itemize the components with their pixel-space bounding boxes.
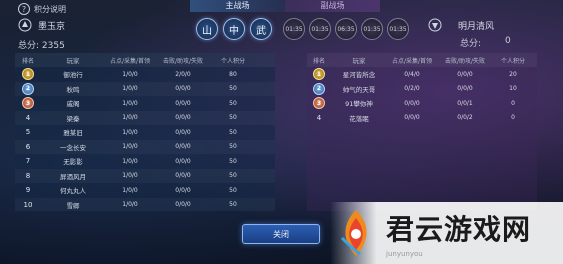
- team-emblem-icon: [18, 18, 32, 32]
- stronghold-button-wu[interactable]: 武: [250, 18, 272, 40]
- timer-3: 06:35: [335, 18, 357, 40]
- table-row[interactable]: 5 雅某旧 1/0/0 0/0/0 50: [15, 125, 275, 140]
- rank-silver-icon: 2: [313, 82, 325, 95]
- close-button[interactable]: 关闭: [242, 224, 320, 244]
- stronghold-button-shan[interactable]: 山: [196, 18, 218, 40]
- table-row[interactable]: 9 何丸丸人 1/0/0 0/0/0 50: [15, 183, 275, 198]
- rank-gold-icon: 1: [22, 68, 34, 81]
- col-player: 玩家: [352, 57, 366, 65]
- col-rank: 排名: [312, 57, 325, 65]
- left-score-label: 总分:: [18, 41, 40, 51]
- col-player: 玩家: [66, 57, 80, 65]
- tab-main-battlefield[interactable]: 主战场: [190, 0, 285, 12]
- timer-5: 01:35: [387, 18, 409, 40]
- table-row[interactable]: 3 91攀你神 0/0/0 0/0/1 0: [307, 96, 537, 111]
- watermark-subtitle: junyunyou: [386, 250, 423, 258]
- tab-side-battlefield[interactable]: 副战场: [285, 0, 380, 12]
- stronghold-timers: 01:35 01:35 06:35 01:35 01:35: [283, 18, 409, 40]
- col-kills: 击败/助攻/失败: [444, 57, 486, 65]
- timer-2: 01:35: [309, 18, 331, 40]
- battlefield-tabs: 主战场 副战场: [190, 0, 380, 12]
- table-row[interactable]: 1 星河皆所念 0/4/0 0/0/0 20: [307, 67, 537, 82]
- score-header: ? 积分说明 主战场 副战场 墨玉京 总分: 2355 山 中 武 01:35 …: [0, 0, 563, 52]
- col-capture: 占点/采集/首领: [391, 57, 433, 65]
- table-row[interactable]: 6 一念长安 1/0/0 0/0/0 50: [15, 140, 275, 155]
- right-team-table: 排名 玩家 占点/采集/首领 击败/助攻/失败 个人积分 1 星河皆所念 0/4…: [307, 53, 537, 211]
- stronghold-button-zhong[interactable]: 中: [223, 18, 245, 40]
- col-kills: 击败/助攻/失败: [162, 57, 204, 65]
- watermark-title: 君云游戏网: [386, 213, 532, 246]
- table-row[interactable]: 4 梁秦 1/0/0 0/0/0 50: [15, 111, 275, 126]
- rank-bronze-icon: 3: [22, 97, 34, 110]
- table-body: 1 星河皆所念 0/4/0 0/0/0 20 2 帅气的天哥 0/2/0 0/0…: [307, 67, 537, 125]
- left-team-info: 墨玉京 总分: 2355: [18, 18, 65, 51]
- timer-4: 01:35: [361, 18, 383, 40]
- stronghold-buttons: 山 中 武: [196, 18, 272, 40]
- question-icon: ?: [18, 3, 30, 15]
- right-score-value: 0: [505, 36, 511, 46]
- col-rank: 排名: [21, 57, 34, 65]
- left-score-value: 2355: [41, 41, 65, 51]
- team-emblem-icon: [428, 18, 442, 32]
- rank-gold-icon: 1: [313, 68, 325, 81]
- left-team-table: 排名 玩家 占点/采集/首领 击败/助攻/失败 个人积分 1 御池行 1/0/0…: [15, 53, 275, 211]
- col-capture: 占点/采集/首领: [109, 57, 151, 65]
- col-points: 个人积分: [500, 57, 525, 65]
- timer-1: 01:35: [283, 18, 305, 40]
- left-team-name: 墨玉京: [38, 21, 66, 32]
- table-header: 排名 玩家 占点/采集/首领 击败/助攻/失败 个人积分: [15, 53, 275, 67]
- table-header: 排名 玩家 占点/采集/首领 击败/助攻/失败 个人积分: [307, 53, 537, 67]
- score-help-label: 积分说明: [34, 4, 66, 14]
- table-body: 1 御池行 1/0/0 2/0/0 80 2 秋鸣 1/0/0 0/0/0 50…: [15, 67, 275, 211]
- table-row[interactable]: 1 御池行 1/0/0 2/0/0 80: [15, 67, 275, 82]
- score-help[interactable]: ? 积分说明: [18, 3, 66, 15]
- col-points: 个人积分: [220, 57, 245, 65]
- site-watermark: 君云游戏网 junyunyou: [330, 202, 563, 264]
- watermark-logo-icon: [340, 210, 367, 256]
- table-row[interactable]: 4 花落眠 0/0/0 0/0/2 0: [307, 111, 537, 126]
- table-row[interactable]: 10 雪卿 1/0/0 0/0/0 50: [15, 198, 275, 212]
- table-row[interactable]: 7 无影影 1/0/0 0/0/0 50: [15, 154, 275, 169]
- table-row[interactable]: 2 秋鸣 1/0/0 0/0/0 50: [15, 82, 275, 97]
- table-row[interactable]: 2 帅气的天哥 0/2/0 0/0/0 10: [307, 82, 537, 97]
- rank-silver-icon: 2: [22, 82, 34, 95]
- right-score-label: 总分:: [460, 39, 482, 49]
- right-team-name: 明月清风: [458, 21, 495, 32]
- right-team-info: 明月清风 总分: 0: [428, 18, 511, 49]
- table-row[interactable]: 3 戚阁 1/0/0 0/0/0 50: [15, 96, 275, 111]
- rank-bronze-icon: 3: [313, 97, 325, 110]
- table-row[interactable]: 8 屏酒风月 1/0/0 0/0/0 50: [15, 169, 275, 184]
